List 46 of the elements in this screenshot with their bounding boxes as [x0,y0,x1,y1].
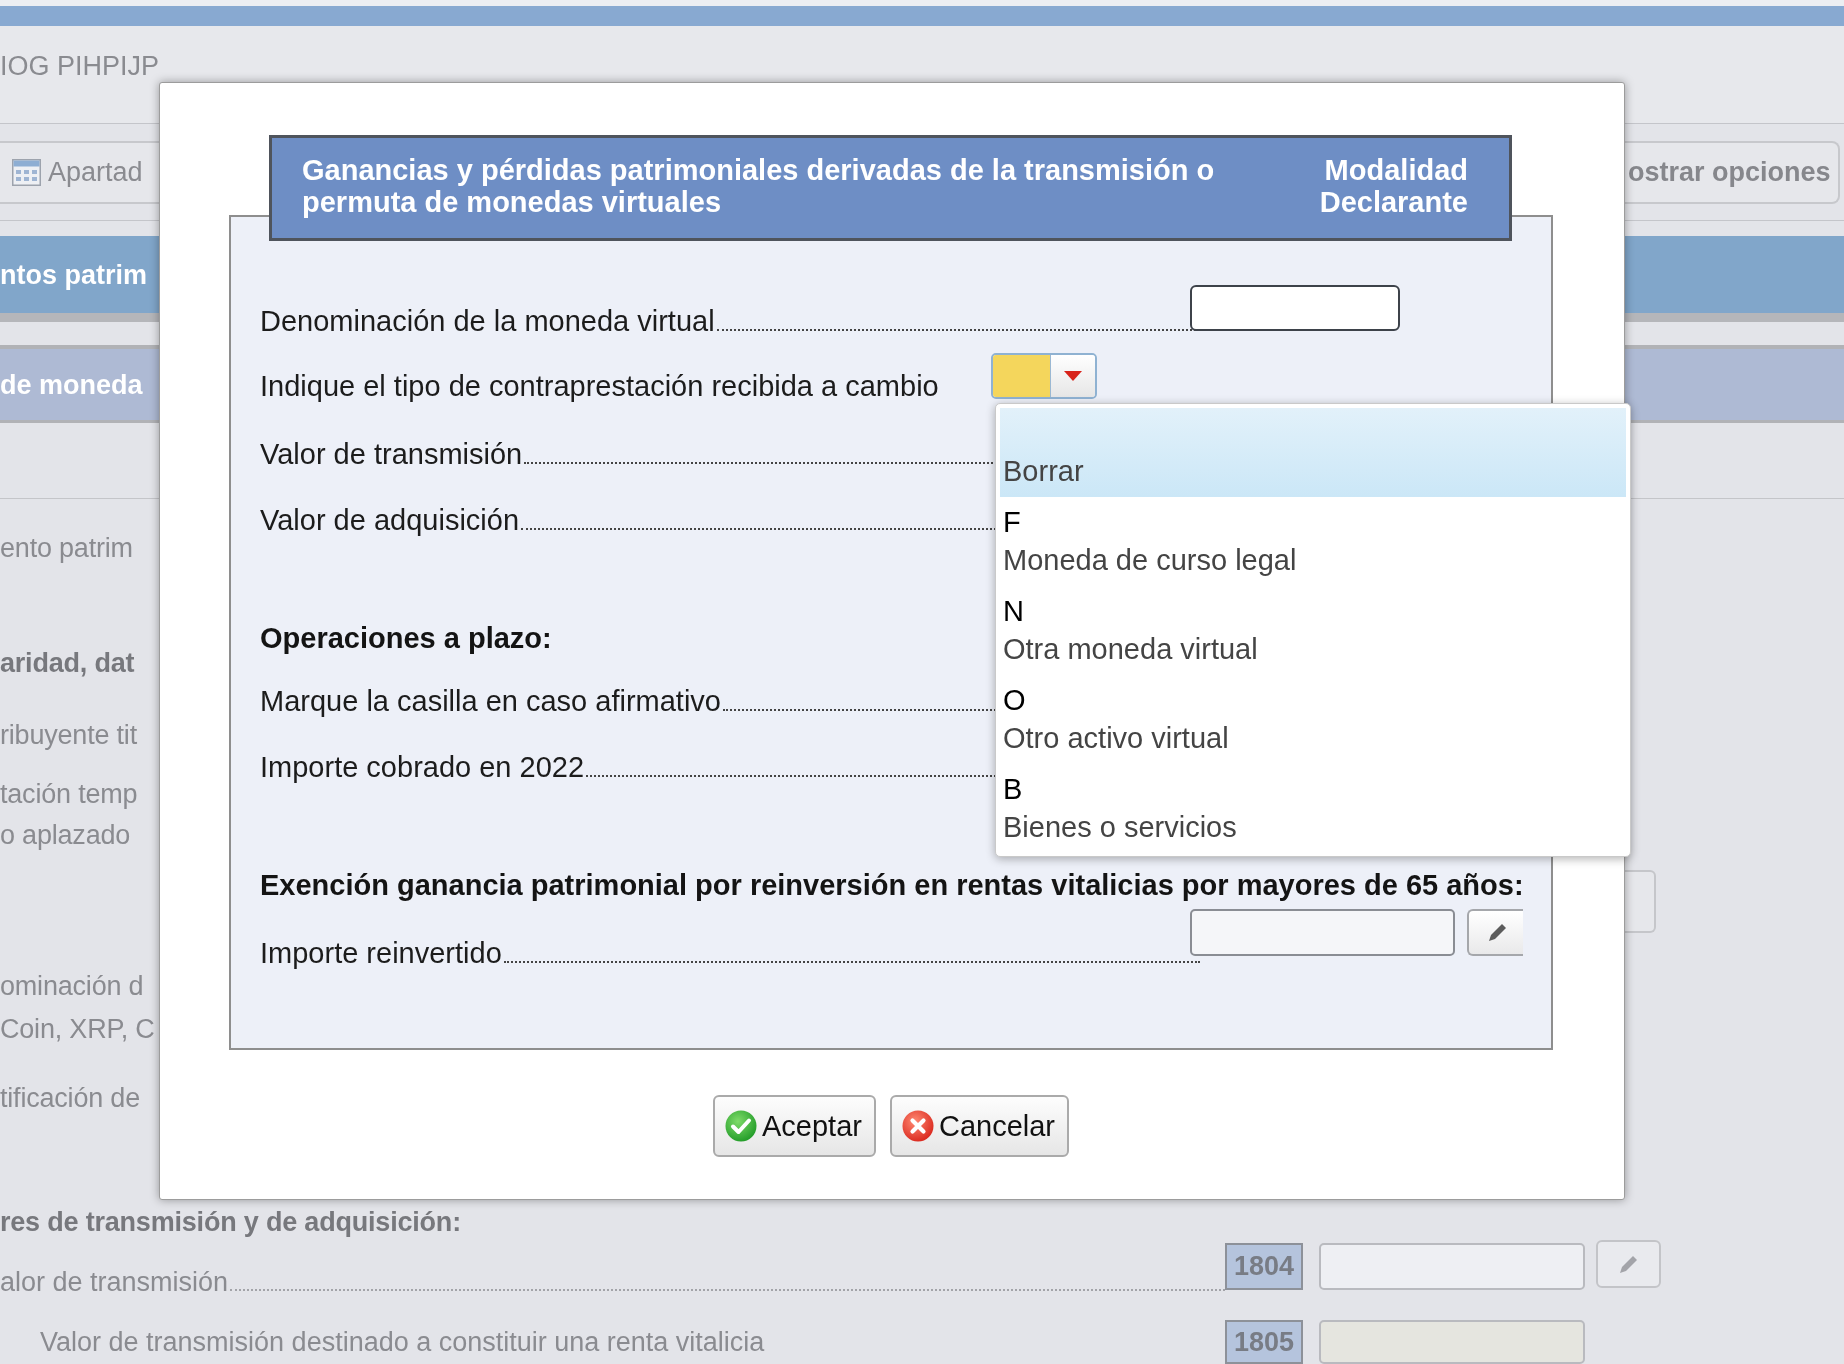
field-label: Valor de adquisición [260,503,520,538]
input-field[interactable] [1190,285,1400,331]
dropdown-option[interactable]: Borrar [1000,408,1626,497]
page-heading: aridad, dat [0,647,135,680]
page-text: o aplazado [0,819,131,852]
pencil-icon [1618,1254,1639,1274]
amount-field[interactable] [1190,908,1455,956]
page-text: tificación de [0,1082,140,1115]
field-label: Marque la casilla en caso afirmativo [260,684,721,719]
field-label: Importe cobrado en 2022 [260,750,585,785]
field-label: Importe reinvertido [260,936,502,971]
field-label: Denominación de la moneda virtual [260,304,715,339]
calendar-icon [12,159,41,186]
dropdown-option[interactable]: F Moneda de curso legal [1000,497,1626,586]
subsection-title: de moneda [0,368,143,402]
field-label: Valor de transmisión destinado a constituir una renta vitalicia [40,1326,765,1359]
select-field[interactable] [991,353,1097,399]
form-heading: Exención ganancia patrimonial por reinversión en rentas vitalicias por mayores de 65 años: [260,868,1524,903]
form-heading: Operaciones a plazo: [260,621,552,656]
page-text: tación temp [0,778,138,811]
close-icon [901,1110,934,1142]
accept-button[interactable]: Aceptar [713,1095,876,1157]
edit-button[interactable] [1467,908,1523,956]
field-code: 1805 [1225,1320,1303,1364]
check-icon [725,1110,757,1142]
page-heading: res de transmisión y de adquisición: [0,1206,461,1239]
field-label: Indique el tipo de contraprestación recibida a cambio [260,370,939,402]
caret-icon [1064,371,1082,381]
dropdown-option[interactable]: N Otra moneda virtual [1000,586,1626,675]
field-label: Valor de transmisión [260,437,523,472]
amount-field[interactable] [1319,1243,1585,1290]
field-code: 1804 [1225,1243,1303,1290]
pencil-icon [1488,922,1508,942]
field-label: alor de transmisión [0,1266,229,1299]
modality-label: Modalidad [1324,154,1468,186]
page-text: ribuyente tit [0,719,137,752]
page-text: ominación d [0,970,144,1003]
modality-value: Declarante [1319,186,1468,218]
dropdown-option[interactable]: B Bienes o servicios [1000,764,1626,853]
dropdown-option[interactable]: O Otro activo virtual [1000,675,1626,764]
section-title: ntos patrim [0,258,147,292]
page-title: IOG PIHPIJP [0,51,160,81]
dialog-title: Ganancias y pérdidas patrimoniales derivadas de la transmisión o permuta de monedas virtuales [302,154,1216,218]
page-text: Coin, XRP, C [0,1013,155,1046]
cancel-button[interactable]: Cancelar [889,1095,1069,1157]
page-text: ento patrim [0,532,133,565]
